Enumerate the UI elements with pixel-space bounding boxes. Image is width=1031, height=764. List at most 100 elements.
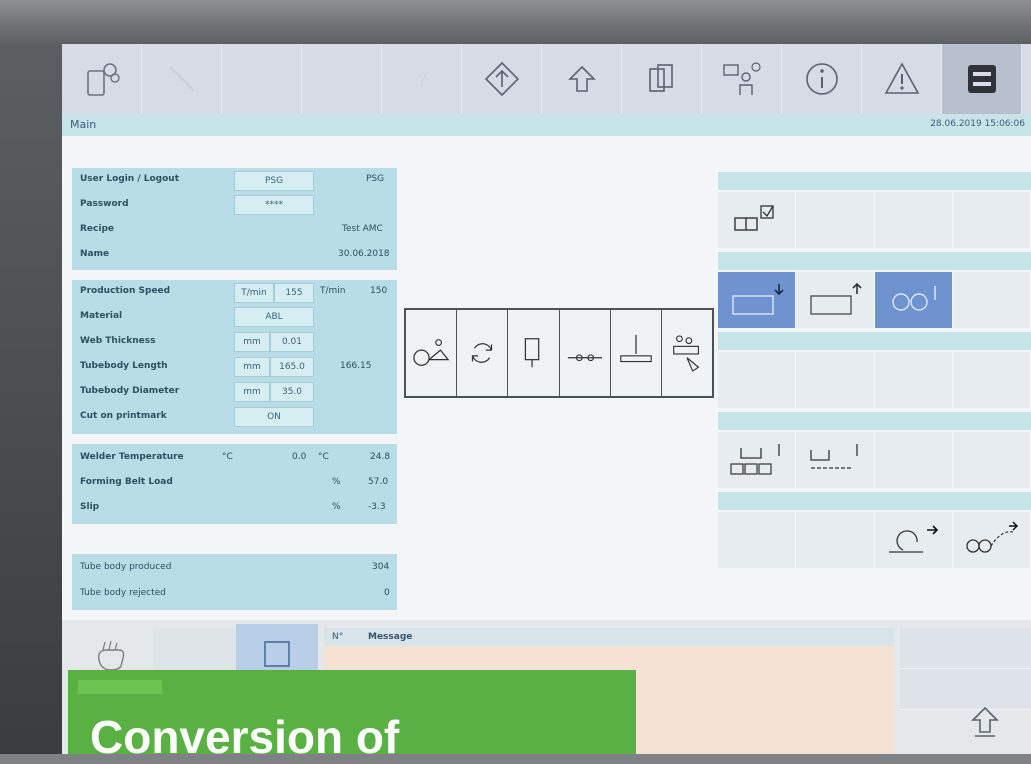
hmi-screen: ? Main 28.06.2019 15:06:06 User Login / (62, 44, 1031, 754)
grid-cell-3-2[interactable] (796, 352, 875, 408)
checkbox-station-icon (733, 205, 774, 231)
user-label: User Login / Logout (80, 174, 179, 184)
slip-value: -3.3 (368, 502, 386, 512)
cut-printmark-toggle[interactable]: ON (234, 407, 314, 427)
datetime: 28.06.2019 15:06:06 (930, 119, 1025, 129)
production-panel: Production Speed T/min 155 T/min 150 Mat… (72, 280, 397, 434)
grid-row-2 (718, 272, 1031, 328)
cut-printmark-label: Cut on printmark (80, 411, 167, 421)
title-banner: Conversion of (68, 670, 636, 763)
belt-load-value: 57.0 (368, 477, 389, 487)
unwind-up-button[interactable] (796, 272, 875, 328)
welder-temp-row: Welder Temperature °C 0.0 °C 24.8 (72, 446, 397, 470)
tubebody-diameter-field[interactable]: 35.0 (270, 382, 314, 402)
belt-load-unit: % (332, 477, 341, 487)
transfer-station-button[interactable] (796, 432, 875, 488)
pages-icon (648, 64, 673, 92)
welding-icon (619, 334, 652, 363)
process-step-weld[interactable] (611, 310, 662, 396)
help-icon: ? (418, 70, 428, 91)
cycle-icon (472, 343, 493, 363)
rewind-forward-icon (889, 525, 939, 553)
grid-cell-5-2[interactable] (796, 512, 875, 568)
tubebody-length-unit: mm (234, 357, 270, 377)
tubebody-length-field[interactable]: 165.0 (270, 357, 314, 377)
checklist-button[interactable] (718, 192, 797, 248)
menu-button[interactable] (942, 44, 1022, 114)
grid-header-5 (718, 492, 1031, 510)
grid-cell-1-2[interactable] (796, 192, 875, 248)
top-toolbar: ? (62, 44, 1031, 114)
process-step-cycle[interactable] (457, 310, 509, 396)
rejected-row: Tube body rejected 0 (72, 582, 397, 606)
speed-setpoint-field[interactable]: 155 (274, 283, 314, 303)
grid-cell-1-4[interactable] (953, 192, 1031, 248)
home-button[interactable] (542, 44, 622, 114)
process-step-unwind[interactable] (406, 310, 458, 396)
transfer-station-icon (810, 444, 858, 469)
process-flow (404, 308, 714, 398)
web-thickness-field[interactable]: 0.01 (270, 332, 314, 352)
unwind-down-button[interactable] (718, 272, 797, 328)
help-button[interactable]: ? (382, 44, 462, 114)
loop-forward-button[interactable] (953, 512, 1031, 568)
welder-temp-unit-actual: °C (318, 452, 329, 462)
welder-temp-label: Welder Temperature (80, 452, 184, 462)
message-home-button[interactable] (942, 694, 1028, 750)
grid-cell-4-4[interactable] (953, 432, 1031, 488)
process-step-cut[interactable] (662, 310, 712, 396)
forming-icon (567, 354, 602, 362)
abc-station-button[interactable] (718, 432, 797, 488)
password-row: Password **** (72, 193, 397, 217)
roller-updown-button[interactable] (874, 272, 953, 328)
grid-cell-3-1[interactable] (718, 352, 797, 408)
recipe-row: Recipe Test AMC (72, 218, 397, 242)
toolbar-blank-1[interactable] (222, 44, 302, 114)
welder-temp-unit: °C (222, 452, 233, 462)
operator-button[interactable] (702, 44, 782, 114)
login-panel: User Login / Logout PSG PSG Password ***… (72, 168, 397, 270)
message-col-text: Message (368, 632, 413, 642)
grid-header-3 (718, 332, 1031, 350)
process-step-print[interactable] (508, 310, 560, 396)
grid-cell-1-3[interactable] (875, 192, 953, 248)
password-field[interactable]: **** (234, 195, 314, 215)
process-step-form[interactable] (560, 310, 611, 396)
info-button[interactable] (782, 44, 862, 114)
user-row: User Login / Logout PSG PSG (72, 168, 397, 192)
material-field[interactable]: ABL (234, 307, 314, 327)
disabled-button[interactable] (142, 44, 222, 114)
toolbar-blank-2[interactable] (302, 44, 382, 114)
grid-cell-3-4[interactable] (953, 352, 1031, 408)
start-button[interactable] (462, 44, 542, 114)
belt-load-row: Forming Belt Load % 57.0 (72, 471, 397, 495)
loop-forward-icon (966, 521, 1019, 553)
material-row: Material ABL (72, 305, 397, 329)
slip-label: Slip (80, 502, 100, 512)
pages-button[interactable] (622, 44, 702, 114)
grid-cell-4-3[interactable] (875, 432, 953, 488)
grid-cell-5-1[interactable] (718, 512, 797, 568)
unwind-up-icon (810, 282, 862, 315)
warning-button[interactable] (862, 44, 942, 114)
rewind-forward-button[interactable] (875, 512, 953, 568)
grid-row-1 (718, 192, 1031, 248)
tubebody-length-label: Tubebody Length (80, 361, 168, 371)
operator-icon (722, 62, 761, 95)
cutting-icon (673, 335, 700, 372)
grid-cell-3-3[interactable] (875, 352, 953, 408)
user-field[interactable]: PSG (234, 171, 314, 191)
speed-actual: 150 (370, 286, 388, 296)
message-side-button-1[interactable] (900, 628, 1031, 669)
slip-unit: % (332, 502, 341, 512)
cut-printmark-row: Cut on printmark ON (72, 405, 397, 429)
message-col-number: N° (332, 632, 344, 642)
device-settings-button[interactable] (62, 44, 142, 114)
info-icon (805, 63, 838, 95)
password-label: Password (80, 199, 129, 209)
rejected-value: 0 (384, 588, 390, 598)
tubebody-length-row: Tubebody Length mm 165.0 166.15 (72, 355, 397, 379)
grid-cell-2-4[interactable] (953, 272, 1031, 328)
breadcrumb-main[interactable]: Main (70, 118, 96, 131)
banner-accent-bar (78, 680, 162, 694)
